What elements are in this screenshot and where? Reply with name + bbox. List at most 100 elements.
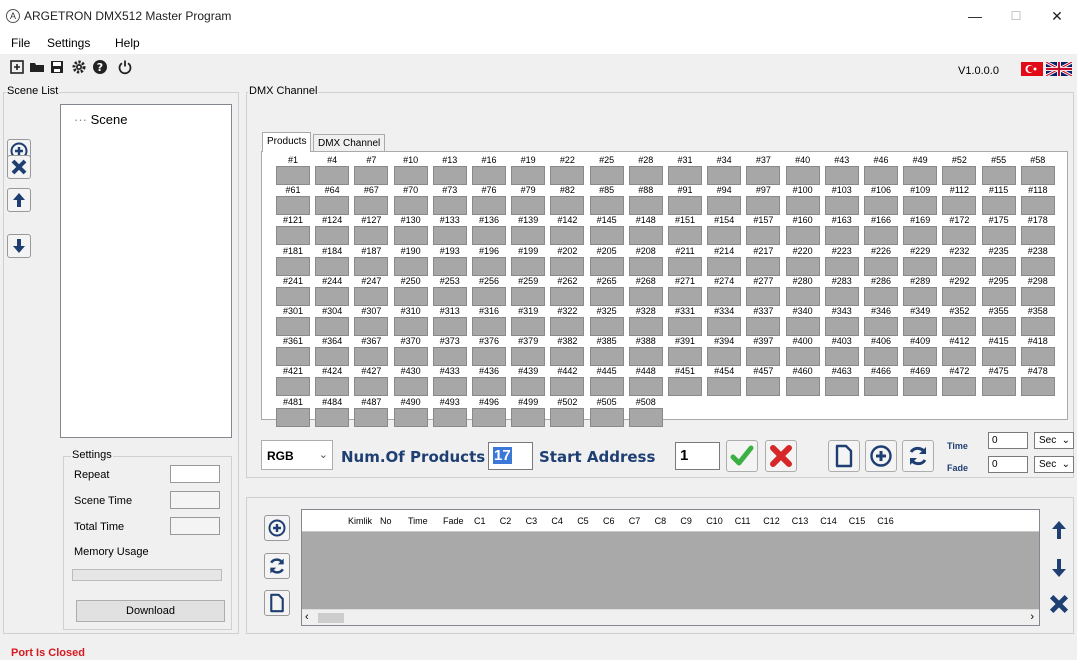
channel-box[interactable] xyxy=(707,166,742,185)
help-icon[interactable]: ? xyxy=(92,59,108,75)
step-move-up-button[interactable] xyxy=(1046,516,1072,544)
confirm-button[interactable] xyxy=(726,440,758,472)
channel-cell[interactable]: #196 xyxy=(472,246,506,276)
channel-box[interactable] xyxy=(393,407,428,427)
channel-box[interactable] xyxy=(511,286,546,306)
channel-box[interactable] xyxy=(472,377,506,397)
channel-box[interactable] xyxy=(864,317,898,336)
channel-cell[interactable]: #127 xyxy=(354,215,389,246)
channel-box[interactable] xyxy=(903,226,938,246)
channel-box[interactable] xyxy=(981,256,1016,276)
channel-cell[interactable]: #313 xyxy=(432,306,467,336)
time-input[interactable]: 0 xyxy=(988,432,1028,449)
channel-box[interactable] xyxy=(472,407,506,427)
channel-box[interactable] xyxy=(981,317,1016,336)
channel-box[interactable] xyxy=(864,226,898,246)
menu-file[interactable]: File xyxy=(11,36,30,50)
channel-box[interactable] xyxy=(354,286,389,306)
channel-box[interactable] xyxy=(589,317,624,336)
channel-box[interactable] xyxy=(785,226,820,246)
channel-cell[interactable]: #463 xyxy=(824,366,859,397)
channel-cell[interactable]: #325 xyxy=(589,306,624,336)
channel-box[interactable] xyxy=(354,166,389,185)
channel-cell[interactable]: #157 xyxy=(746,215,781,246)
channel-box[interactable] xyxy=(511,166,546,185)
channel-cell[interactable]: #481 xyxy=(276,397,310,427)
channel-box[interactable] xyxy=(276,256,310,276)
channel-cell[interactable]: #370 xyxy=(393,336,428,367)
channel-box[interactable] xyxy=(981,166,1016,185)
channel-box[interactable] xyxy=(746,286,781,306)
channel-box[interactable] xyxy=(824,377,859,397)
channel-box[interactable] xyxy=(864,196,898,216)
channel-cell[interactable]: #205 xyxy=(589,246,624,276)
grid-column-header[interactable]: C3 xyxy=(526,516,538,526)
channel-cell[interactable]: #163 xyxy=(824,215,859,246)
channel-box[interactable] xyxy=(942,286,977,306)
channel-cell[interactable]: #505 xyxy=(589,397,624,427)
channel-cell[interactable]: #76 xyxy=(472,185,506,216)
channel-cell[interactable]: #103 xyxy=(824,185,859,216)
refresh-step-button[interactable] xyxy=(264,553,290,579)
channel-box[interactable] xyxy=(550,226,585,246)
step-move-down-button[interactable] xyxy=(1046,554,1072,582)
channel-cell[interactable]: #34 xyxy=(707,155,742,185)
channel-cell[interactable]: #241 xyxy=(276,276,310,306)
channel-box[interactable] xyxy=(472,226,506,246)
channel-box[interactable] xyxy=(628,166,663,185)
turkey-flag-icon[interactable] xyxy=(1021,62,1043,76)
channel-cell[interactable]: #100 xyxy=(785,185,820,216)
channel-box[interactable] xyxy=(393,226,428,246)
channel-cell[interactable]: #208 xyxy=(628,246,663,276)
channel-box[interactable] xyxy=(589,256,624,276)
channel-box[interactable] xyxy=(903,347,938,367)
channel-cell[interactable]: #499 xyxy=(511,397,546,427)
channel-cell[interactable]: #142 xyxy=(550,215,585,246)
channel-box[interactable] xyxy=(628,196,663,216)
grid-column-header[interactable]: C12 xyxy=(763,516,780,526)
channel-box[interactable] xyxy=(550,377,585,397)
channel-cell[interactable]: #109 xyxy=(903,185,938,216)
mode-select[interactable]: RGB ⌄ xyxy=(261,440,333,470)
channel-cell[interactable]: #469 xyxy=(903,366,938,397)
minimize-button[interactable]: — xyxy=(955,4,995,28)
channel-cell[interactable]: #250 xyxy=(393,276,428,306)
channel-box[interactable] xyxy=(824,347,859,367)
grid-column-header[interactable]: C4 xyxy=(551,516,563,526)
channel-cell[interactable]: #388 xyxy=(628,336,663,367)
close-button[interactable]: ✕ xyxy=(1037,4,1077,28)
channel-cell[interactable]: #166 xyxy=(864,215,898,246)
channel-cell[interactable]: #256 xyxy=(472,276,506,306)
channel-box[interactable] xyxy=(824,286,859,306)
channel-box[interactable] xyxy=(589,377,624,397)
channel-cell[interactable]: #133 xyxy=(432,215,467,246)
channel-box[interactable] xyxy=(942,347,977,367)
channel-cell[interactable]: #70 xyxy=(393,185,428,216)
grid-column-header[interactable]: C16 xyxy=(877,516,894,526)
channel-box[interactable] xyxy=(824,226,859,246)
channel-cell[interactable]: #484 xyxy=(315,397,350,427)
grid-column-header[interactable]: C8 xyxy=(655,516,667,526)
channel-box[interactable] xyxy=(315,166,350,185)
channel-box[interactable] xyxy=(707,317,742,336)
channel-cell[interactable]: #4 xyxy=(315,155,350,185)
channel-cell[interactable]: #217 xyxy=(746,246,781,276)
grid-column-header[interactable]: C9 xyxy=(680,516,692,526)
channel-cell[interactable]: #121 xyxy=(276,215,310,246)
channel-box[interactable] xyxy=(864,347,898,367)
channel-box[interactable] xyxy=(981,286,1016,306)
grid-column-header[interactable]: Fade xyxy=(443,516,464,526)
channel-cell[interactable]: #271 xyxy=(668,276,702,306)
channel-cell[interactable]: #82 xyxy=(550,185,585,216)
channel-box[interactable] xyxy=(707,196,742,216)
channel-cell[interactable]: #1 xyxy=(276,155,310,185)
channel-cell[interactable]: #352 xyxy=(942,306,977,336)
channel-cell[interactable]: #379 xyxy=(511,336,546,367)
channel-box[interactable] xyxy=(550,166,585,185)
start-address-input[interactable]: 1 xyxy=(675,442,720,470)
channel-cell[interactable]: #424 xyxy=(315,366,350,397)
repeat-input[interactable] xyxy=(170,465,220,483)
channel-box[interactable] xyxy=(550,256,585,276)
channel-cell[interactable]: #382 xyxy=(550,336,585,367)
channel-box[interactable] xyxy=(393,256,428,276)
